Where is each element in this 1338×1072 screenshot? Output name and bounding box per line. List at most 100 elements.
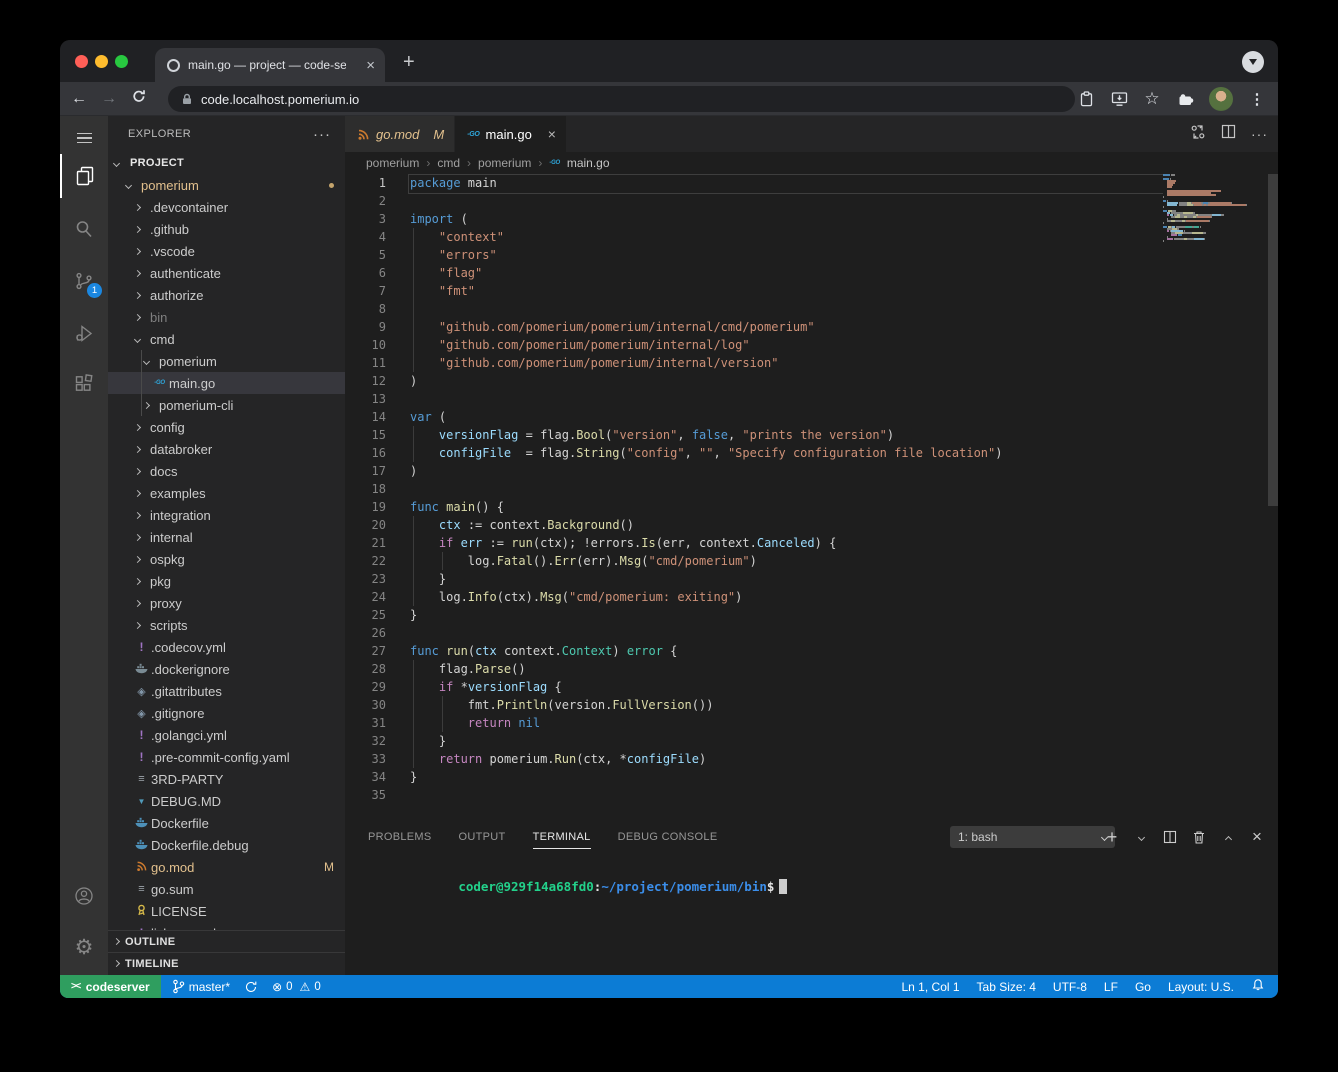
fullscreen-window-button[interactable] bbox=[115, 55, 128, 68]
tab-close-icon[interactable]: × bbox=[548, 126, 556, 142]
run-debug-icon[interactable] bbox=[60, 311, 108, 355]
code-line[interactable]: 29 if *versionFlag { bbox=[345, 678, 1278, 696]
browser-tab[interactable]: main.go — project — code-serv × bbox=[155, 48, 385, 82]
cursor-position[interactable]: Ln 1, Col 1 bbox=[902, 980, 960, 994]
reload-button[interactable] bbox=[124, 88, 154, 109]
address-bar[interactable]: code.localhost.pomerium.io bbox=[168, 86, 1075, 112]
tree-item-pomerium[interactable]: pomerium bbox=[108, 174, 345, 196]
tree-item-dockerfile[interactable]: Dockerfile bbox=[108, 812, 345, 834]
clipboard-icon[interactable] bbox=[1077, 90, 1095, 108]
tree-item-docs[interactable]: docs bbox=[108, 460, 345, 482]
tree-item-main-go[interactable]: -GOmain.go bbox=[108, 372, 345, 394]
split-terminal-icon[interactable] bbox=[1161, 828, 1179, 846]
tree-item-authenticate[interactable]: authenticate bbox=[108, 262, 345, 284]
code-line[interactable]: 25} bbox=[345, 606, 1278, 624]
problems-status[interactable]: ⊗ 0 ⚠ 0 bbox=[265, 975, 328, 998]
tree-item--codecov-yml[interactable]: !.codecov.yml bbox=[108, 636, 345, 658]
code-line[interactable]: 34} bbox=[345, 768, 1278, 786]
tab-go-mod[interactable]: go.mod M bbox=[345, 116, 455, 152]
settings-gear-icon[interactable]: ⚙ bbox=[60, 925, 108, 969]
tree-item-internal[interactable]: internal bbox=[108, 526, 345, 548]
tree-item-3rd-party[interactable]: ≡3RD-PARTY bbox=[108, 768, 345, 790]
tree-item--vscode[interactable]: .vscode bbox=[108, 240, 345, 262]
tree-item-pomerium-cli[interactable]: pomerium-cli bbox=[108, 394, 345, 416]
code-line[interactable]: 12) bbox=[345, 372, 1278, 390]
code-line[interactable]: 15 versionFlag = flag.Bool("version", fa… bbox=[345, 426, 1278, 444]
tree-item-ospkg[interactable]: ospkg bbox=[108, 548, 345, 570]
account-icon[interactable] bbox=[60, 874, 108, 918]
tree-item-bin[interactable]: bin bbox=[108, 306, 345, 328]
code-line[interactable]: 21 if err := run(ctx); !errors.Is(err, c… bbox=[345, 534, 1278, 552]
code-line[interactable]: 33 return pomerium.Run(ctx, *configFile) bbox=[345, 750, 1278, 768]
breadcrumb[interactable]: pomerium › cmd › pomerium › -GO main.go bbox=[345, 152, 1278, 174]
notifications-bell-icon[interactable] bbox=[1251, 978, 1265, 995]
bookmark-star-icon[interactable]: ☆ bbox=[1143, 90, 1161, 108]
tab-main-go[interactable]: -GO main.go × bbox=[455, 116, 567, 152]
sidebar-more-actions-icon[interactable]: ··· bbox=[313, 126, 331, 143]
code-line[interactable]: 23 } bbox=[345, 570, 1278, 588]
code-line[interactable]: 2 bbox=[345, 192, 1278, 210]
workspace-section-project[interactable]: PROJECT bbox=[108, 152, 345, 174]
editor-more-actions-icon[interactable]: ··· bbox=[1251, 126, 1268, 142]
code-editor[interactable]: 1package main23import (4 "context"5 "err… bbox=[345, 174, 1278, 820]
tree-item-scripts[interactable]: scripts bbox=[108, 614, 345, 636]
forward-button[interactable]: → bbox=[94, 90, 124, 108]
tree-item-databroker[interactable]: databroker bbox=[108, 438, 345, 460]
tree-item--github[interactable]: .github bbox=[108, 218, 345, 240]
tree-item-lichen-yaml[interactable]: !lichen.yaml bbox=[108, 922, 345, 930]
tree-item-go-sum[interactable]: ≡go.sum bbox=[108, 878, 345, 900]
close-panel-icon[interactable]: × bbox=[1248, 828, 1266, 846]
terminal-dropdown-icon[interactable] bbox=[1132, 828, 1150, 846]
sync-changes-button[interactable] bbox=[237, 975, 265, 998]
code-line[interactable]: 20 ctx := context.Background() bbox=[345, 516, 1278, 534]
url-text[interactable]: code.localhost.pomerium.io bbox=[201, 92, 359, 107]
code-line[interactable]: 28 flag.Parse() bbox=[345, 660, 1278, 678]
editor-scrollbar[interactable] bbox=[1268, 174, 1278, 506]
code-line[interactable]: 32 } bbox=[345, 732, 1278, 750]
tree-item--devcontainer[interactable]: .devcontainer bbox=[108, 196, 345, 218]
tab-output[interactable]: OUTPUT bbox=[459, 825, 506, 849]
code-line[interactable]: 3import ( bbox=[345, 210, 1278, 228]
explorer-icon[interactable] bbox=[60, 154, 108, 198]
encoding[interactable]: UTF-8 bbox=[1053, 980, 1087, 994]
open-changes-icon[interactable] bbox=[1190, 124, 1206, 145]
profile-avatar[interactable] bbox=[1209, 87, 1233, 111]
terminal[interactable]: coder@929f14a68fd0:~/project/pomerium/bi… bbox=[368, 861, 787, 912]
terminal-shell-select[interactable]: 1: bash bbox=[950, 826, 1115, 848]
tab-close-icon[interactable]: × bbox=[366, 58, 375, 73]
code-line[interactable]: 10 "github.com/pomerium/pomerium/interna… bbox=[345, 336, 1278, 354]
tree-item-examples[interactable]: examples bbox=[108, 482, 345, 504]
code-line[interactable]: 16 configFile = flag.String("config", ""… bbox=[345, 444, 1278, 462]
tree-item-pomerium[interactable]: pomerium bbox=[108, 350, 345, 372]
source-control-icon[interactable]: 1 bbox=[60, 259, 108, 303]
tab-search-button[interactable] bbox=[1242, 51, 1264, 73]
indentation[interactable]: Tab Size: 4 bbox=[977, 980, 1036, 994]
code-line[interactable]: 13 bbox=[345, 390, 1278, 408]
breadcrumb-item[interactable]: pomerium bbox=[366, 156, 419, 170]
tree-item-dockerfile-debug[interactable]: Dockerfile.debug bbox=[108, 834, 345, 856]
breadcrumb-item[interactable]: cmd bbox=[437, 156, 460, 170]
code-line[interactable]: 1package main bbox=[345, 174, 1278, 192]
tree-item-integration[interactable]: integration bbox=[108, 504, 345, 526]
code-line[interactable]: 17) bbox=[345, 462, 1278, 480]
tab-debug-console[interactable]: DEBUG CONSOLE bbox=[618, 825, 718, 849]
kill-terminal-icon[interactable] bbox=[1190, 828, 1208, 846]
code-line[interactable]: 30 fmt.Println(version.FullVersion()) bbox=[345, 696, 1278, 714]
code-line[interactable]: 35 bbox=[345, 786, 1278, 804]
remote-indicator[interactable]: >< codeserver bbox=[60, 975, 161, 998]
install-app-icon[interactable] bbox=[1110, 90, 1128, 108]
back-button[interactable]: ← bbox=[64, 90, 94, 108]
tab-problems[interactable]: PROBLEMS bbox=[368, 825, 432, 849]
keyboard-layout[interactable]: Layout: U.S. bbox=[1168, 980, 1234, 994]
maximize-panel-icon[interactable] bbox=[1219, 828, 1237, 846]
tree-item-config[interactable]: config bbox=[108, 416, 345, 438]
code-line[interactable]: 14var ( bbox=[345, 408, 1278, 426]
browser-menu-dots-icon[interactable]: ⋮ bbox=[1248, 90, 1266, 108]
tab-terminal[interactable]: TERMINAL bbox=[533, 825, 591, 849]
minimize-window-button[interactable] bbox=[95, 55, 108, 68]
eol-sequence[interactable]: LF bbox=[1104, 980, 1118, 994]
tree-item--dockerignore[interactable]: .dockerignore bbox=[108, 658, 345, 680]
code-line[interactable]: 4 "context" bbox=[345, 228, 1278, 246]
breadcrumb-item[interactable]: pomerium bbox=[478, 156, 531, 170]
tree-item-license[interactable]: LICENSE bbox=[108, 900, 345, 922]
